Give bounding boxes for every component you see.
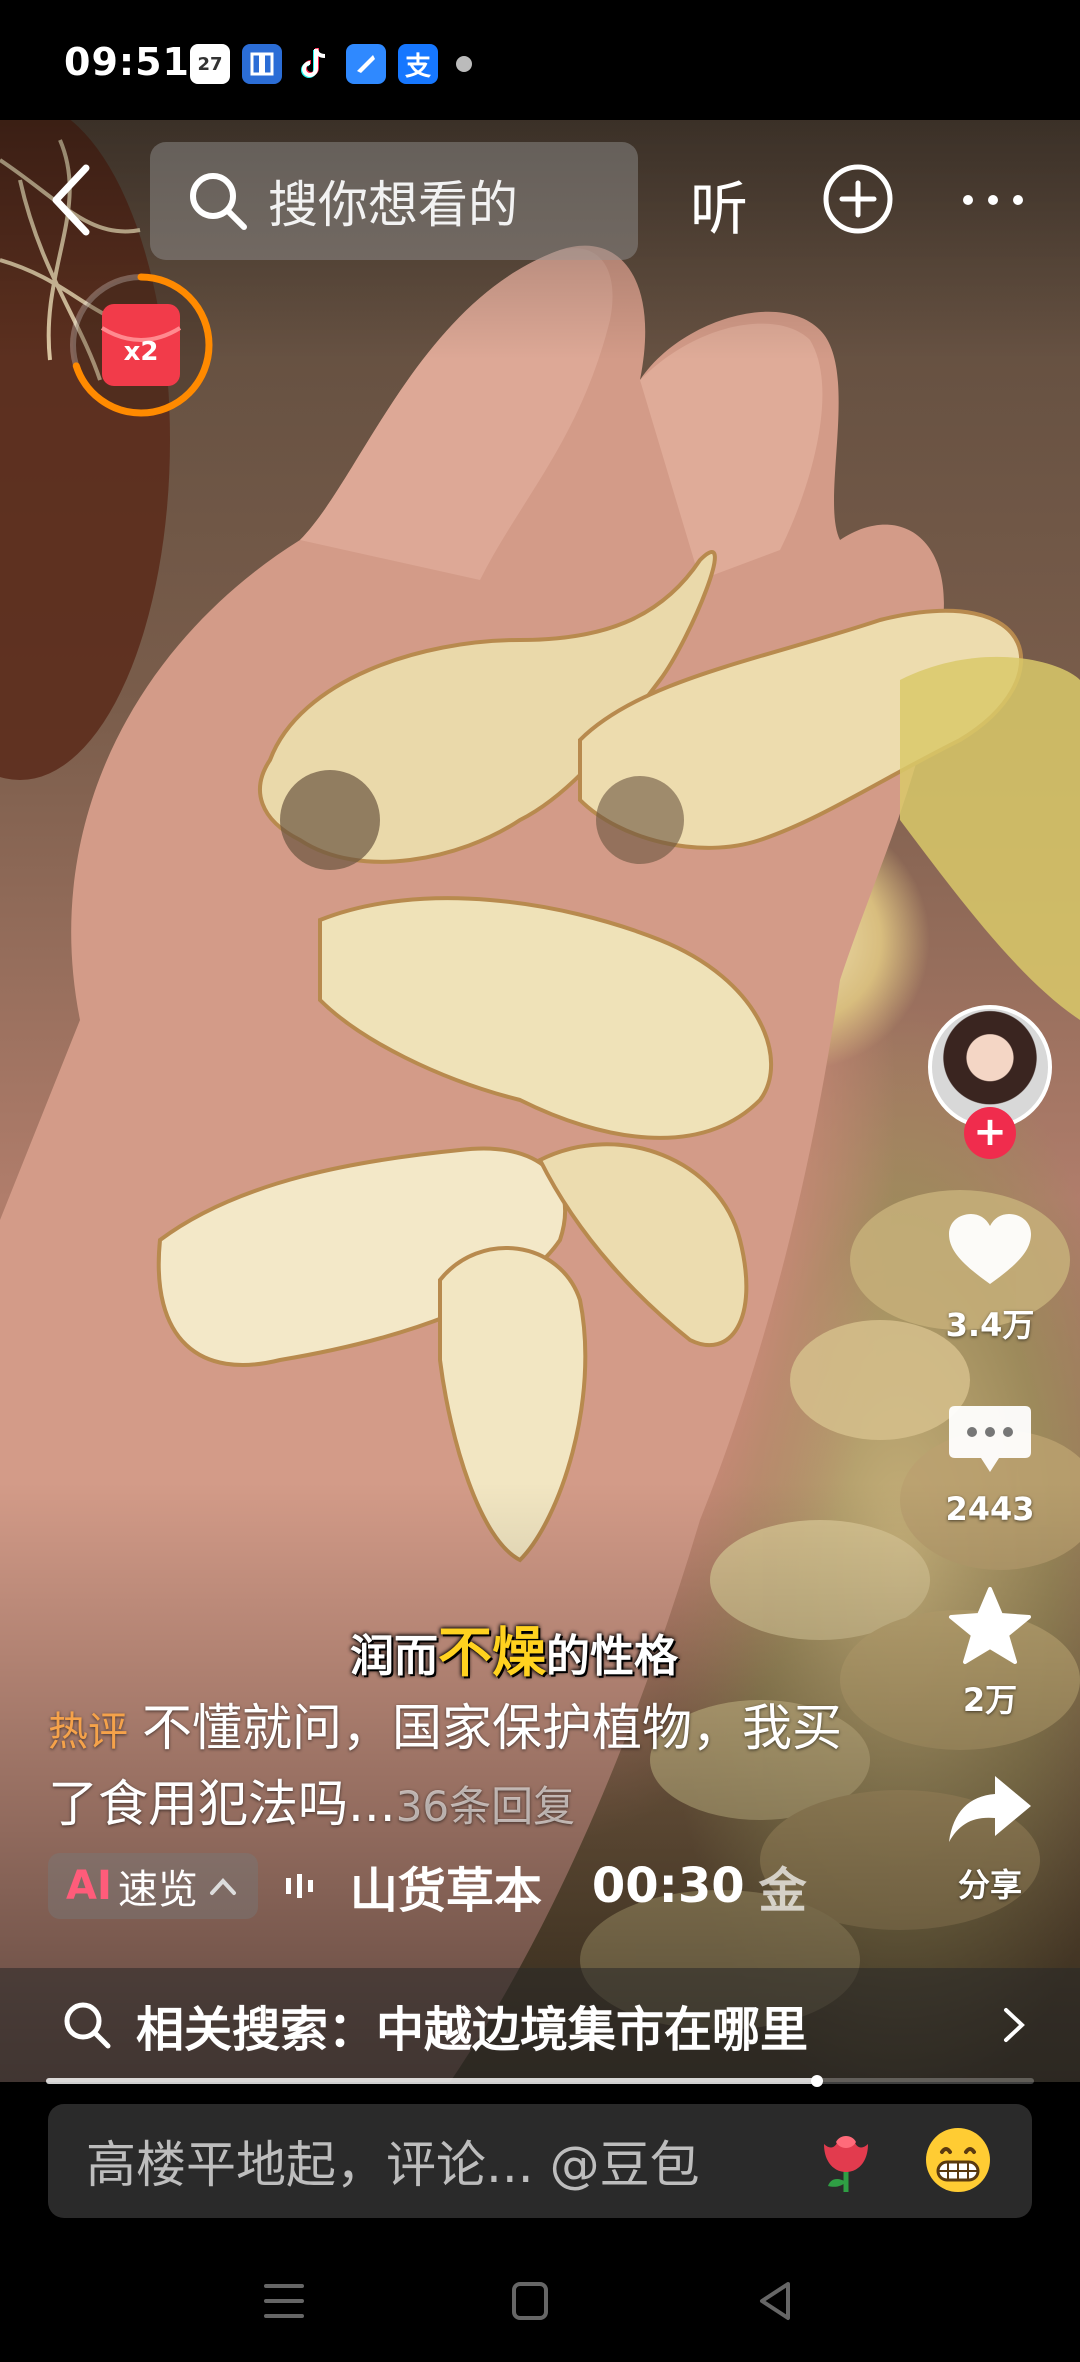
more-button[interactable]: [958, 175, 1028, 225]
ai-summary-button[interactable]: AI 速览: [48, 1853, 258, 1919]
notification-dot-icon: [456, 56, 472, 72]
favorite-count: 2万: [962, 1681, 1018, 1719]
red-packet-reward[interactable]: x2: [66, 270, 216, 420]
search-placeholder: 搜你想看的: [268, 176, 518, 234]
status-bar: 09:51 27 支: [0, 0, 1080, 120]
video-progress-handle[interactable]: [810, 2075, 823, 2087]
subtitle-pre: 润而: [350, 1631, 438, 1682]
comment-input[interactable]: 高楼平地起，评论... @豆包: [48, 2104, 1032, 2218]
video-duration: 00:30: [591, 1858, 745, 1914]
subtitle-highlight: 不燥: [438, 1621, 546, 1684]
related-search-text: 相关搜索：中越边境集市在哪里: [136, 2002, 809, 2058]
chevron-up-icon: [209, 1878, 236, 1895]
comment-bubble-icon: [949, 1406, 1031, 1472]
home-square-icon[interactable]: [502, 2276, 558, 2326]
comment-button[interactable]: 2443: [920, 1400, 1060, 1528]
blue-app-icon: [346, 44, 386, 84]
ai-summary-label: 速览: [117, 1867, 198, 1913]
subtitle-post: 的性格: [546, 1631, 678, 1682]
plus-circle-icon: [823, 164, 893, 234]
search-icon: [64, 2002, 111, 2049]
comment-count: 2443: [945, 1490, 1035, 1528]
status-time: 09:51: [64, 40, 190, 84]
hot-comment[interactable]: 热评 不懂就问，国家保护植物，我买了食用犯法吗...36条回复: [48, 1692, 868, 1843]
reply-count[interactable]: 36条回复: [396, 1782, 575, 1831]
video-progress-bar[interactable]: [46, 2075, 1034, 2087]
tiktok-icon: [294, 44, 334, 84]
grinning-emoji-icon[interactable]: [922, 2124, 994, 2196]
chevron-right-icon: [1004, 2008, 1025, 2042]
bank-app-icon: [242, 44, 282, 84]
favorite-button[interactable]: 2万: [920, 1585, 1060, 1721]
calendar-icon: 27: [190, 44, 230, 84]
system-navigation-bar: [0, 2240, 1080, 2362]
share-button[interactable]: 分享: [920, 1770, 1060, 1906]
back-button[interactable]: [42, 160, 112, 240]
add-button[interactable]: [822, 163, 894, 235]
status-icons: 27 支: [190, 44, 472, 84]
search-icon: [190, 173, 247, 230]
video-progress-fill: [46, 2078, 817, 2084]
reward-multiplier: x2: [124, 337, 159, 367]
like-button[interactable]: 3.4万: [920, 1210, 1060, 1346]
search-input[interactable]: 搜你想看的: [150, 142, 638, 260]
rose-emoji-icon[interactable]: [810, 2124, 882, 2196]
hot-comment-tag: 热评: [48, 1709, 128, 1755]
heart-icon: [949, 1214, 1031, 1284]
related-search-bar[interactable]: 相关搜索：中越边境集市在哪里: [0, 1968, 1080, 2082]
comment-placeholder: 高楼平地起，评论... @豆包: [86, 2136, 700, 2194]
like-count: 3.4万: [945, 1306, 1035, 1344]
coin-label: 金: [758, 1863, 807, 1919]
star-icon: [949, 1587, 1031, 1664]
video-info-row: AI 速览 山货草本 00:30 金: [48, 1853, 807, 1919]
listen-button[interactable]: 听: [690, 162, 748, 246]
audio-wave-icon: [285, 1874, 313, 1898]
share-arrow-icon: [949, 1776, 1031, 1842]
follow-button[interactable]: +: [964, 1107, 1016, 1159]
alipay-icon: 支: [398, 44, 438, 84]
share-label: 分享: [957, 1866, 1022, 1904]
menu-lines-icon[interactable]: [256, 2276, 312, 2326]
chevron-left-icon: [52, 164, 90, 236]
video-subtitle: 润而不燥的性格: [350, 1608, 678, 1687]
back-triangle-icon[interactable]: [748, 2276, 804, 2326]
ai-label: AI: [66, 1863, 112, 1909]
more-dots-icon: [963, 195, 1023, 205]
author-name[interactable]: 山货草本: [350, 1851, 542, 1921]
